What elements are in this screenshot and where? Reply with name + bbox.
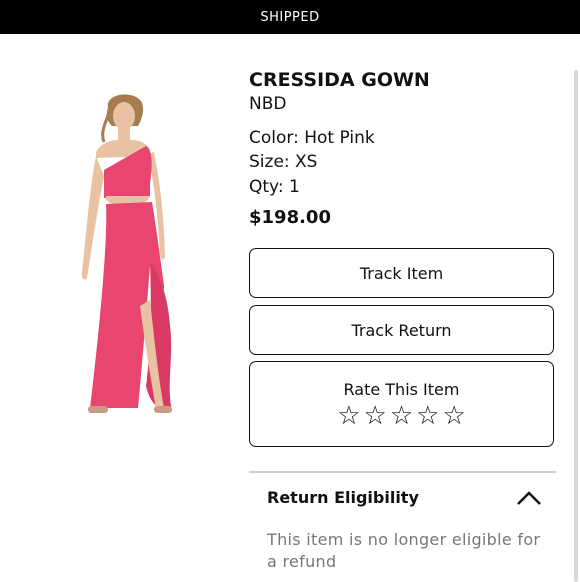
product-qty: Qty: 1 [249, 176, 300, 197]
star-icon[interactable]: ☆ [337, 403, 360, 429]
rate-item-card: Rate This Item ☆ ☆ ☆ ☆ ☆ [249, 361, 554, 447]
product-info: CRESSIDA GOWN NBD Color: Hot Pink Size: … [249, 68, 556, 248]
star-icon[interactable]: ☆ [416, 403, 439, 429]
return-eligibility-title: Return Eligibility [267, 488, 419, 507]
product-brand: NBD [249, 94, 287, 114]
return-eligibility-header[interactable]: Return Eligibility [267, 488, 542, 507]
track-item-button[interactable]: Track Item [249, 248, 554, 298]
track-return-button[interactable]: Track Return [249, 305, 554, 355]
product-name: CRESSIDA GOWN [249, 69, 430, 91]
track-item-label: Track Item [359, 263, 444, 283]
track-return-label: Track Return [351, 320, 452, 340]
star-icon[interactable]: ☆ [364, 403, 387, 429]
return-eligibility-message: This item is no longer eligible for a re… [267, 530, 541, 571]
scrollbar[interactable] [574, 70, 578, 582]
rating-stars: ☆ ☆ ☆ ☆ ☆ [337, 403, 466, 429]
chevron-up-icon[interactable] [516, 490, 542, 506]
star-icon[interactable]: ☆ [390, 403, 413, 429]
section-divider [249, 471, 556, 473]
product-size: Size: XS [249, 152, 318, 172]
star-icon[interactable]: ☆ [442, 403, 465, 429]
product-price: $198.00 [249, 207, 331, 228]
product-color: Color: Hot Pink [249, 127, 375, 148]
status-label: SHIPPED [260, 9, 320, 25]
status-bar: SHIPPED [0, 0, 580, 34]
product-image [81, 94, 172, 413]
rate-item-label: Rate This Item [343, 379, 460, 399]
